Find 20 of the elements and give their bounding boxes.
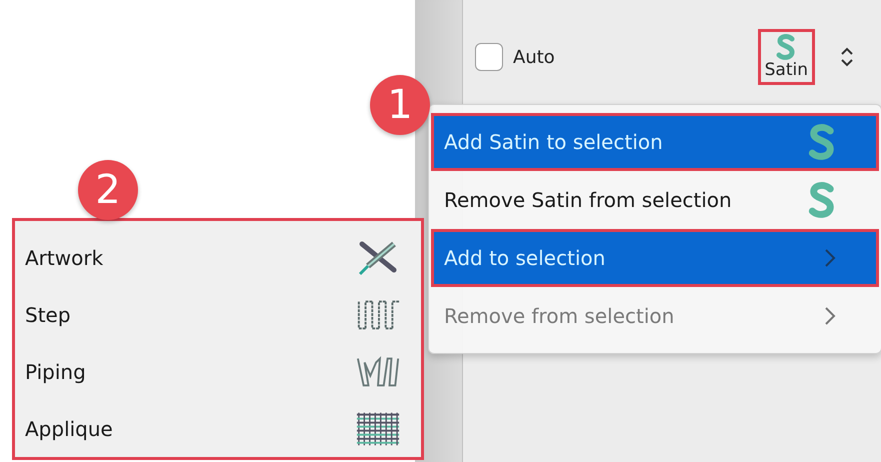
chevron-right-icon — [824, 306, 836, 326]
submenu-item[interactable]: Artwork — [15, 229, 421, 286]
menu-item[interactable]: Add Satin to selection — [431, 113, 879, 171]
auto-checkbox[interactable] — [475, 43, 503, 71]
menu-item[interactable]: Remove Satin from selection — [431, 171, 879, 229]
chevron-right-icon — [824, 248, 836, 268]
stitch-type-button[interactable]: Satin — [758, 29, 815, 85]
s-stitch-icon — [808, 124, 836, 160]
up-down-icon[interactable] — [839, 46, 855, 68]
submenu-item[interactable]: Applique — [15, 400, 421, 457]
callout-badge: 2 — [78, 160, 138, 220]
piping-stitch-icon — [355, 354, 401, 390]
menu-item[interactable]: Add to selection — [431, 229, 879, 287]
submenu-item[interactable]: Step — [15, 286, 421, 343]
auto-label: Auto — [513, 46, 556, 68]
s-stitch-icon — [808, 182, 836, 218]
submenu-item[interactable]: Piping — [15, 343, 421, 400]
callout-badge: 1 — [370, 75, 430, 135]
s-stitch-icon — [776, 34, 796, 60]
grid-pattern-icon — [355, 410, 401, 446]
